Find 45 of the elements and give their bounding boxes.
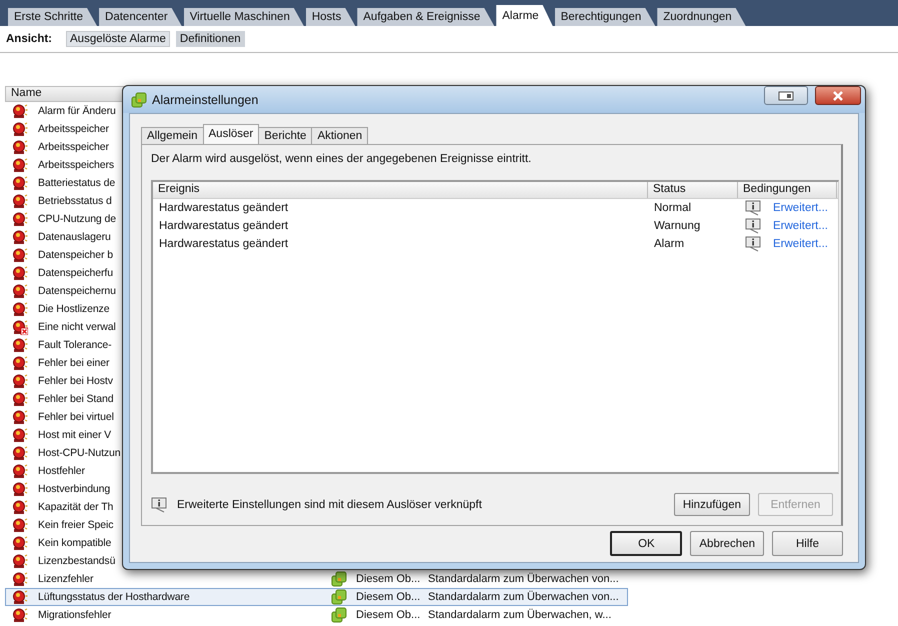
description-cell: Standardalarm zum Überwachen, w...: [428, 609, 612, 621]
alarm-name: Fault Tolerance-: [38, 339, 112, 351]
window-title: Alarmeinstellungen: [152, 92, 258, 106]
alarm-name: Host-CPU-Nutzun: [38, 447, 121, 459]
defined-in-cell-text: Diesem Ob...: [356, 573, 422, 585]
description-cell: Standardalarm zum Überwachen von...: [428, 591, 619, 603]
alarm-name: Datenauslageru: [38, 231, 111, 243]
trigger-description: Der Alarm wird ausgelöst, wenn eines der angegebenen Ereignisse eintritt.: [151, 153, 532, 167]
status-cell-text: Normal: [653, 202, 692, 214]
description-cell: Standardalarm zum Überwachen von...: [428, 573, 619, 585]
event-cell-text: Hardwarestatus geändert: [158, 220, 290, 232]
event-cell-text: Hardwarestatus geändert: [158, 238, 290, 250]
alarm-name: Kein freier Speic: [38, 519, 114, 531]
alarm-name: Datenspeicherfu: [38, 267, 113, 279]
alarm-name: Lizenzfehler: [38, 573, 94, 585]
alarm-name: Hostverbindung: [38, 483, 110, 495]
alarm-name: Batteriestatus de: [38, 177, 116, 189]
alarm-name: Eine nicht verwal: [38, 321, 116, 333]
alarm-name: Alarm für Änderu: [38, 105, 116, 117]
alarm-name: Kein kompatible: [38, 537, 112, 549]
alarm-name: Arbeitsspeicher: [38, 141, 109, 153]
alarm-name: Fehler bei virtuel: [38, 411, 114, 423]
status-cell-text: Warnung: [653, 220, 702, 232]
defined-in-cell-text: Diesem Ob...: [356, 609, 422, 621]
alarm-name: Hostfehler: [38, 465, 85, 477]
alarm-name: Lizenzbestandsü: [38, 555, 116, 567]
alarm-name: Datenspeichernu: [38, 285, 116, 297]
alarm-name: Kapazität der Th: [38, 501, 114, 513]
info-text: Erweiterte Einstellungen sind mit diesem Auslöser verknüpft: [177, 498, 482, 510]
event-cell-text: Hardwarestatus geändert: [158, 202, 290, 214]
view-label: Ansicht:: [6, 33, 52, 45]
defined-in-cell-text: Diesem Ob...: [356, 591, 422, 603]
status-cell-text: Alarm: [653, 238, 686, 250]
alarm-name: Arbeitsspeichers: [38, 159, 114, 171]
alarm-name: Datenspeicher b: [38, 249, 113, 261]
alarm-name: Betriebsstatus d: [38, 195, 112, 207]
alarm-name: Fehler bei einer: [38, 357, 110, 369]
alarm-name: Lüftungsstatus der Hosthardware: [38, 591, 190, 603]
alarm-name: Fehler bei Stand: [38, 393, 114, 405]
alarm-name: Die Hostlizenze: [38, 303, 110, 315]
alarm-name: Migrationsfehler: [38, 609, 112, 621]
alarm-name: Arbeitsspeicher: [38, 123, 109, 135]
alarm-name: CPU-Nutzung de: [38, 213, 116, 225]
alarm-name: Fehler bei Hostv: [38, 375, 113, 387]
alarm-name: Host mit einer V: [38, 429, 112, 441]
